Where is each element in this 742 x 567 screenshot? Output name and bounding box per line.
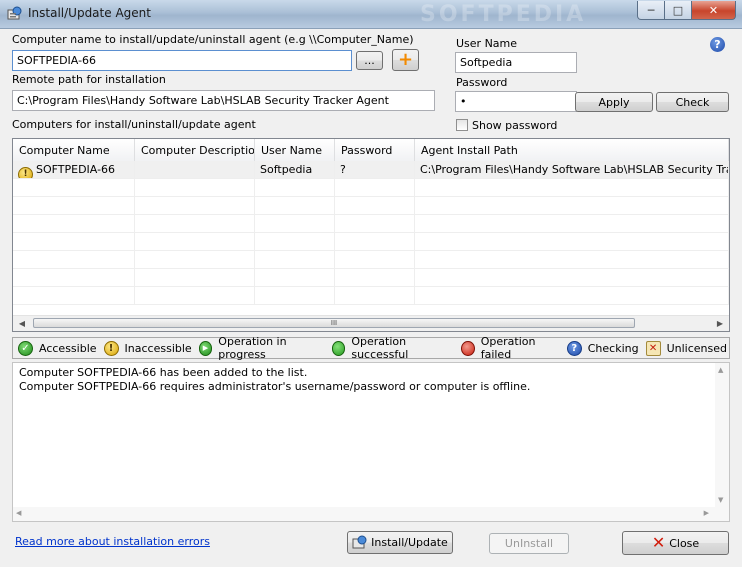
- play-icon: ▶: [198, 340, 213, 356]
- remote-path-label: Remote path for installation: [12, 73, 166, 86]
- status-legend: ✓ Accessible ! Inaccessible ▶ Operation …: [12, 335, 730, 361]
- watermark: SOFTPEDIA: [420, 2, 587, 27]
- window-controls: ─ □ ✕: [637, 1, 736, 20]
- installation-errors-link[interactable]: Read more about installation errors: [15, 535, 210, 548]
- red-dot-icon: [461, 340, 475, 356]
- column-header-install-path[interactable]: Agent Install Path: [415, 139, 729, 161]
- help-icon[interactable]: ?: [710, 37, 725, 52]
- window-title: Install/Update Agent: [28, 6, 151, 20]
- table-body: ! SOFTPEDIA-66 Softpedia ? C:\Program Fil…: [13, 161, 729, 317]
- install-update-agent-window: Install/Update Agent SOFTPEDIA ─ □ ✕ Com…: [0, 0, 742, 567]
- scroll-up-arrow-icon[interactable]: ▲: [718, 366, 723, 374]
- close-button[interactable]: ✕ Close: [622, 531, 729, 555]
- column-header-computer-name[interactable]: Computer Name: [13, 139, 135, 161]
- table-cell-computer: ! SOFTPEDIA-66: [13, 161, 135, 178]
- table-horizontal-scrollbar[interactable]: ◀ III ▶: [13, 315, 729, 331]
- table-row[interactable]: ! SOFTPEDIA-66 Softpedia ? C:\Program Fil…: [13, 161, 729, 179]
- computer-name-input[interactable]: SOFTPEDIA-66: [12, 50, 352, 71]
- scroll-left-arrow-icon[interactable]: ◀: [15, 317, 29, 330]
- install-update-label: Install/Update: [371, 536, 448, 549]
- table-row-empty: [13, 269, 729, 287]
- close-window-button[interactable]: ✕: [692, 1, 736, 20]
- column-header-description[interactable]: Computer Description: [135, 139, 255, 161]
- show-password-checkbox[interactable]: [456, 119, 468, 131]
- table-cell-user: Softpedia: [255, 161, 335, 178]
- scroll-down-arrow-icon[interactable]: ▼: [718, 496, 723, 504]
- computers-table[interactable]: Computer Name Computer Description User …: [12, 138, 730, 332]
- legend-label: Inaccessible: [124, 341, 192, 355]
- unlicensed-icon: ✕: [645, 340, 661, 356]
- legend-accessible: ✓ Accessible: [18, 340, 97, 356]
- check-button[interactable]: Check: [656, 92, 729, 112]
- legend-successful: Operation successful: [331, 335, 454, 361]
- maximize-button[interactable]: □: [665, 1, 692, 20]
- scroll-right-arrow-icon[interactable]: ▶: [713, 317, 727, 330]
- question-icon: ?: [566, 340, 582, 356]
- legend-inaccessible: ! Inaccessible: [103, 340, 192, 356]
- computers-list-label: Computers for install/uninstall/update a…: [12, 118, 256, 131]
- add-icon: +: [397, 49, 414, 70]
- table-row-empty: [13, 215, 729, 233]
- green-check-icon: ✓: [18, 340, 33, 356]
- add-computer-button[interactable]: +: [392, 49, 419, 71]
- legend-label: Checking: [587, 341, 639, 355]
- apply-button[interactable]: Apply: [575, 92, 653, 112]
- remote-path-input[interactable]: C:\Program Files\Handy Software Lab\HSLA…: [12, 90, 435, 111]
- column-header-user-name[interactable]: User Name: [255, 139, 335, 161]
- log-line: Computer SOFTPEDIA-66 has been added to …: [19, 366, 308, 379]
- table-cell-description: [135, 161, 255, 178]
- legend-label: Operation successful: [351, 335, 409, 361]
- log-output[interactable]: Computer SOFTPEDIA-66 has been added to …: [12, 362, 730, 522]
- log-horizontal-scrollbar[interactable]: ◀ ▶: [13, 507, 729, 521]
- title-bar[interactable]: Install/Update Agent SOFTPEDIA ─ □ ✕: [0, 0, 742, 29]
- close-icon: ✕: [651, 533, 666, 552]
- warning-icon: !: [103, 340, 119, 356]
- password-label: Password: [456, 76, 508, 89]
- column-header-password[interactable]: Password: [335, 139, 415, 161]
- log-vertical-scrollbar[interactable]: ▲ ▼: [715, 363, 729, 507]
- install-icon: [352, 535, 367, 549]
- table-row-empty: [13, 179, 729, 197]
- legend-failed: Operation failed: [461, 335, 560, 361]
- close-label: Close: [669, 536, 700, 550]
- table-row-empty: [13, 251, 729, 269]
- green-dot-icon: [331, 340, 346, 356]
- legend-label: Operation in progress: [218, 335, 287, 361]
- username-input[interactable]: Softpedia: [455, 52, 577, 73]
- log-line: Computer SOFTPEDIA-66 requires administr…: [19, 380, 531, 393]
- browse-button[interactable]: ...: [356, 51, 383, 70]
- scroll-left-arrow-icon[interactable]: ◀: [16, 509, 21, 517]
- scroll-right-arrow-icon[interactable]: ▶: [704, 509, 709, 517]
- password-input[interactable]: •: [455, 91, 577, 112]
- legend-label: Accessible: [39, 341, 97, 355]
- show-password-label: Show password: [472, 119, 558, 132]
- legend-label: Operation failed: [480, 335, 536, 361]
- legend-label: Unlicensed: [666, 341, 727, 355]
- minimize-button[interactable]: ─: [637, 1, 665, 20]
- table-cell-path: C:\Program Files\Handy Software Lab\HSLA…: [415, 161, 729, 178]
- warning-icon: !: [18, 166, 33, 178]
- uninstall-button[interactable]: UnInstall: [489, 533, 569, 554]
- table-row-empty: [13, 197, 729, 215]
- table-header: Computer Name Computer Description User …: [13, 139, 729, 162]
- computer-name-cell: SOFTPEDIA-66: [36, 163, 116, 176]
- scrollbar-thumb[interactable]: III: [33, 318, 635, 328]
- table-row-empty: [13, 233, 729, 251]
- legend-in-progress: ▶ Operation in progress: [198, 335, 325, 361]
- app-icon: [7, 6, 22, 20]
- table-row-empty: [13, 287, 729, 305]
- install-update-button[interactable]: Install/Update: [347, 531, 453, 554]
- legend-checking: ? Checking: [566, 340, 639, 356]
- username-label: User Name: [456, 37, 518, 50]
- legend-unlicensed: ✕ Unlicensed: [645, 340, 727, 356]
- table-cell-password: ?: [335, 161, 415, 178]
- computer-name-label: Computer name to install/update/uninstal…: [12, 33, 414, 46]
